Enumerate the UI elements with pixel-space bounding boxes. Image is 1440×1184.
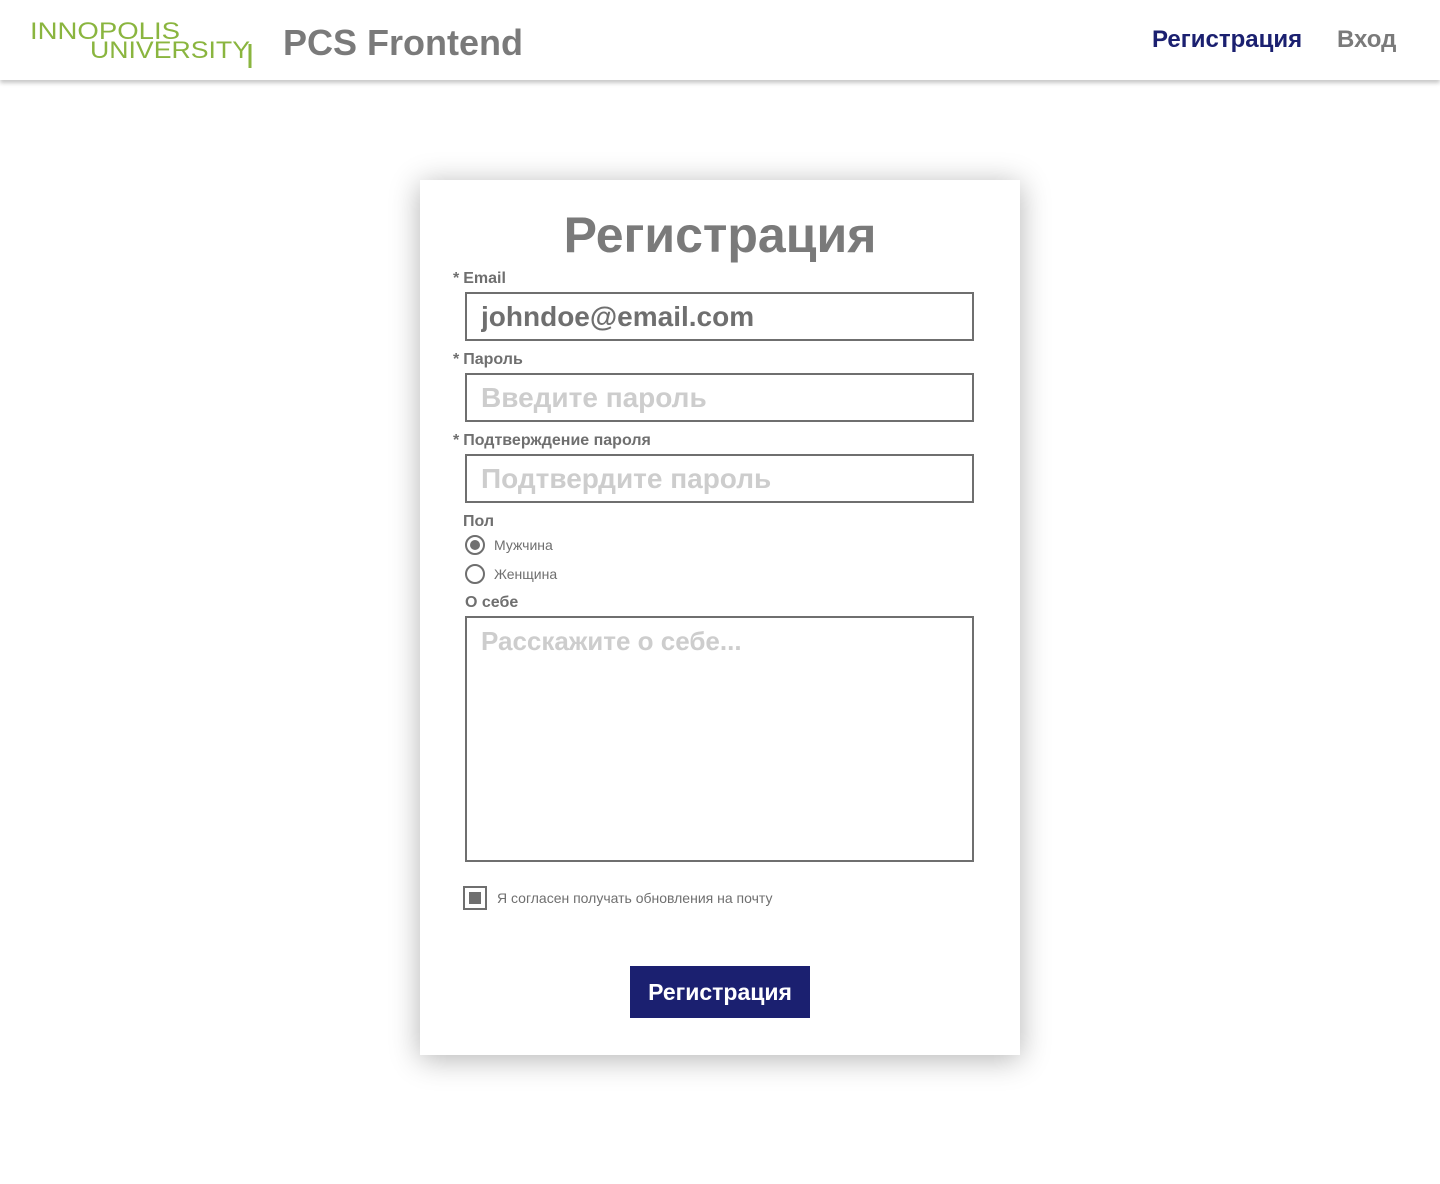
gender-option-label: Мужчина: [494, 537, 553, 553]
confirm-password-label: * Подтверждение пароля: [453, 432, 651, 450]
nav-login-link[interactable]: Вход: [1337, 26, 1396, 54]
newsletter-label: Я согласен получать обновления на почту: [497, 890, 773, 906]
checkbox-checked-icon[interactable]: [463, 886, 487, 910]
innopolis-university-logo[interactable]: INNOPOLIS UNIVERSITY: [30, 18, 254, 68]
about-label: О себе: [465, 594, 519, 611]
nav-register-link[interactable]: Регистрация: [1152, 26, 1302, 54]
gender-label: Пол: [463, 513, 495, 530]
password-label: * Пароль: [453, 351, 523, 369]
email-label-text: Email: [463, 270, 506, 287]
about-textarea[interactable]: [465, 616, 974, 862]
required-mark: *: [453, 270, 460, 287]
form-title: Регистрация: [563, 207, 877, 263]
required-mark: *: [453, 432, 460, 449]
radio-checked-icon[interactable]: [465, 535, 485, 555]
email-label: * Email: [453, 270, 506, 288]
register-submit-button[interactable]: Регистрация: [630, 966, 810, 1018]
radio-unchecked-icon[interactable]: [465, 564, 485, 584]
gender-option-male[interactable]: Мужчина: [465, 534, 553, 556]
gender-option-female[interactable]: Женщина: [465, 563, 557, 585]
confirm-password-field[interactable]: [465, 454, 974, 503]
top-header: INNOPOLIS UNIVERSITY PCS Frontend Регист…: [0, 0, 1440, 80]
email-field[interactable]: [465, 292, 974, 341]
required-mark: *: [453, 351, 460, 368]
confirm-password-label-text: Подтверждение пароля: [463, 432, 651, 449]
newsletter-checkbox-row[interactable]: Я согласен получать обновления на почту: [463, 886, 772, 910]
gender-option-label: Женщина: [494, 566, 558, 582]
registration-card: Регистрация *Email *Пароль *Подтверждени…: [420, 180, 1020, 1055]
svg-text:UNIVERSITY: UNIVERSITY: [90, 37, 250, 64]
password-label-text: Пароль: [463, 351, 523, 368]
password-field[interactable]: [465, 373, 974, 422]
app-title: PCS Frontend: [283, 22, 523, 63]
